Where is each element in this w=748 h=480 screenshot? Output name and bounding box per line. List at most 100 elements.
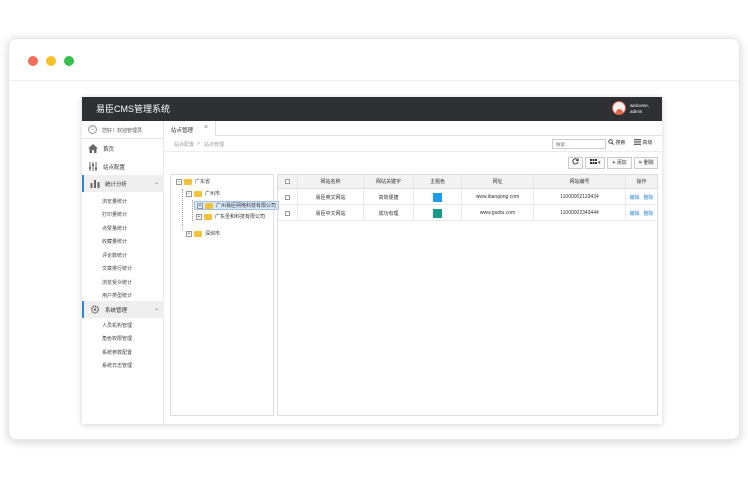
delete-link[interactable]: 删除	[644, 210, 654, 217]
sidebar-greeting: ⏻ 您好！欢迎管理员	[82, 121, 164, 139]
tree-node-shenzhen[interactable]: + 深圳市	[186, 230, 220, 237]
column-header-name[interactable]: 网站名称	[298, 175, 364, 188]
row-select-cell	[278, 206, 298, 220]
sidebar-subitem-views[interactable]: 浏览量统计	[102, 198, 127, 205]
table-row[interactable]: 易臣英文网站 高效便捷 www.ibangong.com 11000002123…	[278, 190, 657, 205]
search-input[interactable]	[552, 139, 606, 149]
add-button[interactable]: + 添加	[607, 157, 632, 169]
sidebar-subitem-logs[interactable]: 系统日志管理	[102, 362, 132, 369]
breadcrumb-item-config[interactable]: 站点配置	[174, 141, 194, 148]
app-title: 易臣CMS管理系统	[96, 104, 170, 114]
tab-site-management[interactable]: 站点管理 ×	[164, 121, 216, 136]
sidebar-subitem-comments[interactable]: 评论数统计	[102, 252, 127, 259]
tree-node-label: 深圳市	[205, 231, 221, 237]
close-icon[interactable]: ×	[204, 124, 208, 131]
cell-color	[414, 190, 462, 204]
sidebar-subitem-article-rank[interactable]: 文章排行统计	[102, 265, 132, 272]
folder-icon	[205, 202, 213, 209]
edit-link[interactable]: 编辑	[629, 194, 639, 201]
table-row[interactable]: 易臣中文网站 成功有理 www.guotu.com 11000002343444…	[278, 206, 657, 221]
sidebar-subitem-favorites[interactable]: 收藏量统计	[102, 238, 127, 245]
sidebar: ⏻ 您好！欢迎管理员 首页 站点配置 统计分析 ⌄ 浏览量统计 打印量统计 点赞…	[82, 121, 164, 424]
sidebar-item-site-config[interactable]: 站点配置	[82, 158, 164, 175]
column-header-url[interactable]: 网址	[462, 175, 534, 188]
tree-node-root[interactable]: − 广东省	[176, 178, 210, 185]
sliders-icon	[89, 162, 97, 171]
select-all-cell	[278, 175, 298, 188]
advanced-button-label: 高级	[642, 140, 653, 146]
sidebar-item-label: 站点配置	[103, 165, 126, 171]
sidebar-subitem-roles[interactable]: 角色权限管理	[102, 335, 132, 342]
color-swatch	[433, 208, 442, 218]
sidebar-subitem-likes[interactable]: 点赞量统计	[102, 225, 127, 232]
sidebar-subitem-params[interactable]: 系统参数配置	[102, 349, 132, 356]
maximize-window-dot[interactable]	[64, 56, 74, 66]
tree-node-yichen-company[interactable]: + 广州易臣网络科技有限公司	[194, 201, 280, 210]
tree-node-guangzhou[interactable]: − 广州市	[186, 190, 220, 197]
sidebar-subitem-user-types[interactable]: 用户类型统计	[102, 292, 132, 299]
tree-node-label: 广州市	[205, 191, 221, 197]
advanced-search-button[interactable]: 高级	[634, 139, 652, 149]
collapse-icon[interactable]: −	[186, 190, 192, 197]
tab-bar: 站点管理 ×	[164, 121, 662, 136]
color-swatch	[433, 192, 442, 202]
cell-keyword: 成功有理	[364, 206, 414, 220]
power-icon: ⏻	[88, 125, 97, 134]
sidebar-subitem-prints[interactable]: 打印量统计	[102, 211, 127, 218]
tree-node-label: 广东圣和科技有限公司	[215, 214, 266, 220]
delete-link[interactable]: 删除	[644, 194, 654, 201]
list-icon	[634, 139, 641, 145]
tree-node-label: 广州易臣网络科技有限公司	[216, 203, 277, 209]
columns-button[interactable]: ▾	[585, 157, 605, 169]
select-all-checkbox[interactable]	[285, 179, 290, 184]
user-name[interactable]: admin	[630, 109, 642, 114]
expand-icon[interactable]: +	[196, 213, 202, 220]
cell-color	[414, 206, 462, 220]
region-tree: − 广东省 − 广州市 + 广州易臣网络科技有限公司 + 广东圣和科技有限公司 + 深圳市	[170, 174, 280, 416]
cell-url: www.ibangong.com	[462, 190, 534, 204]
search-button[interactable]: 搜索	[608, 139, 625, 149]
columns-icon	[589, 159, 597, 164]
tree-node-label: 广东省	[195, 179, 211, 185]
collapse-icon[interactable]: −	[176, 178, 182, 185]
cell-actions: 编辑 删除	[626, 206, 657, 220]
cell-code: 11000002343444	[534, 206, 626, 220]
row-checkbox[interactable]	[285, 194, 290, 200]
edit-link[interactable]: 编辑	[629, 210, 639, 217]
folder-icon	[194, 230, 202, 237]
chevron-down-icon: ⌄	[154, 180, 160, 186]
tree-connector	[192, 200, 193, 221]
tree-connector	[182, 189, 183, 229]
gear-icon	[90, 305, 100, 314]
expand-icon[interactable]: +	[186, 230, 192, 237]
sidebar-item-label: 首页	[103, 147, 115, 153]
greeting-label: 您好！欢迎管理员	[102, 128, 143, 134]
column-header-code[interactable]: 网站编号	[534, 175, 626, 188]
sidebar-subitem-audience[interactable]: 浏览受众统计	[102, 279, 132, 286]
window-titlebar	[9, 39, 739, 81]
close-window-dot[interactable]	[28, 56, 38, 66]
sidebar-group-system[interactable]: 系统管理 ⌄	[82, 301, 164, 318]
sidebar-subitem-org[interactable]: 人员机构管理	[102, 322, 132, 329]
refresh-button[interactable]	[568, 157, 583, 169]
expand-icon[interactable]: +	[197, 202, 203, 209]
folder-icon	[194, 190, 202, 197]
row-checkbox[interactable]	[285, 210, 290, 216]
user-avatar[interactable]	[612, 101, 626, 115]
table-header: 网站名称 网站关键字 主题色 网址 网站编号 操作	[278, 175, 657, 189]
refresh-icon	[572, 158, 579, 165]
column-header-color[interactable]: 主题色	[414, 175, 462, 188]
column-header-keyword[interactable]: 网站关键字	[364, 175, 414, 188]
sidebar-group-label: 统计分析	[105, 182, 128, 188]
breadcrumb-item-current: 站点管理	[204, 142, 225, 148]
folder-icon	[204, 213, 212, 220]
cell-keyword: 高效便捷	[364, 190, 414, 204]
cell-code: 11000002123434	[534, 190, 626, 204]
row-select-cell	[278, 190, 298, 204]
sidebar-group-statistics[interactable]: 统计分析 ⌄	[82, 175, 164, 192]
tree-node-shenghe-company[interactable]: + 广东圣和科技有限公司	[196, 213, 265, 220]
minimize-window-dot[interactable]	[46, 56, 56, 66]
sidebar-item-home[interactable]: 首页	[82, 140, 164, 157]
plus-icon: +	[612, 160, 616, 166]
delete-button[interactable]: ✕ 删除	[634, 157, 658, 169]
